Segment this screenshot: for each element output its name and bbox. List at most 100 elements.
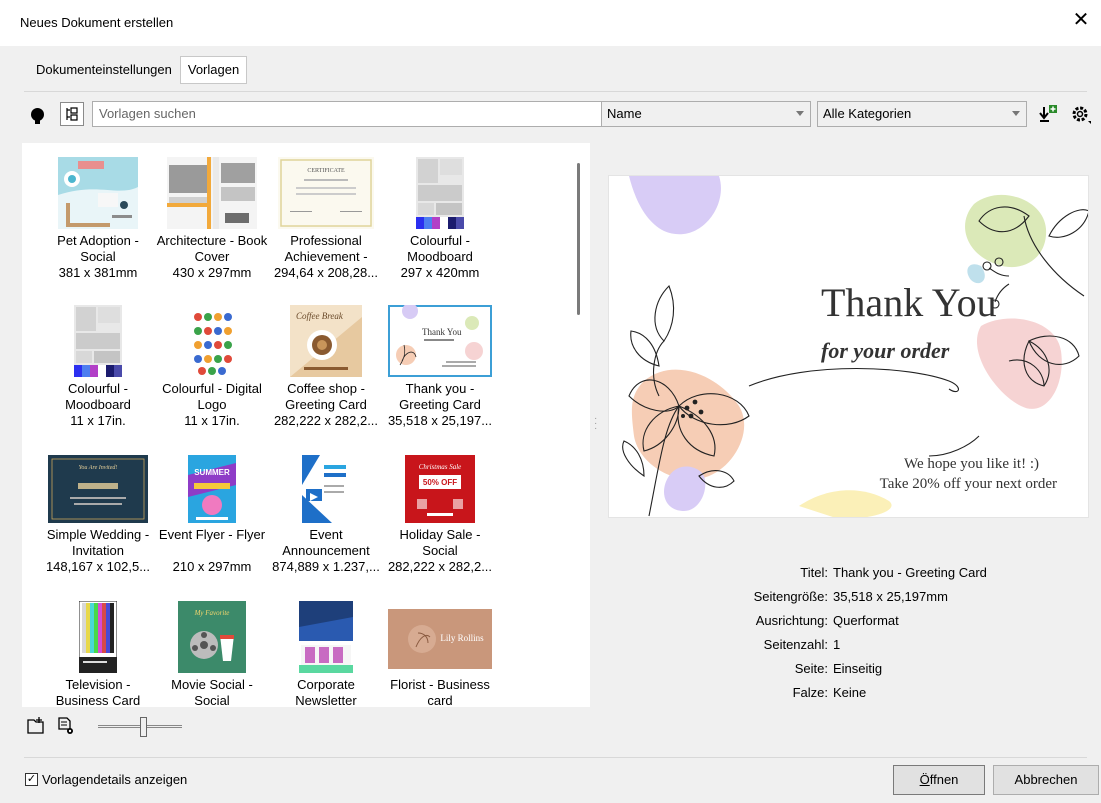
thumbnail-sale-text: Christmas Sale xyxy=(419,463,462,471)
open-button-label: ffnen xyxy=(929,772,959,787)
preview-line1: We hope you like it! :) xyxy=(904,456,1039,472)
divider xyxy=(24,757,1087,758)
template-thumbnail xyxy=(299,601,353,673)
preview-subheading: for your order xyxy=(821,338,950,363)
cancel-button[interactable]: Abbrechen xyxy=(993,765,1099,795)
tab-templates[interactable]: Vorlagen xyxy=(179,56,248,84)
preview-artwork: Thank You for your order We hope you lik… xyxy=(622,176,1088,517)
detail-value: 35,518 x 25,197mm xyxy=(833,589,948,604)
thumbnail-movie-text: My Favorite xyxy=(194,609,230,617)
template-size: 148,167 x 102,5... xyxy=(45,559,151,574)
detail-value: Keine xyxy=(833,685,867,700)
template-size: 11 x 17in. xyxy=(70,413,126,428)
divider xyxy=(24,91,1087,92)
detail-row-title: Titel: Thank you - Greeting Card xyxy=(600,565,1090,585)
sort-select-value: Name xyxy=(607,106,642,121)
template-name: Movie Social - Social xyxy=(171,677,253,707)
preview-heading: Thank You xyxy=(821,280,997,325)
gear-icon[interactable] xyxy=(1070,103,1092,125)
detail-row-page-count: Seitenzahl: 1 xyxy=(600,637,1090,657)
template-thumbnail: You Are Invited! xyxy=(48,455,148,523)
show-details-checkbox[interactable]: ✓ Vorlagendetails anzeigen xyxy=(25,772,187,787)
template-size: 874,889 x 1.237,... xyxy=(272,559,380,574)
template-name: Corporate Newsletter xyxy=(295,677,357,707)
title-bar: Neues Dokument erstellen ✕ xyxy=(0,0,1101,46)
detail-row-orientation: Ausrichtung: Querformat xyxy=(600,613,1090,633)
template-size: 381 x 381mm xyxy=(58,265,138,280)
template-thumbnail xyxy=(58,157,138,229)
zoom-slider-thumb[interactable] xyxy=(140,717,148,737)
template-name: Simple Wedding - Invitation xyxy=(46,527,150,558)
sort-select[interactable]: Name xyxy=(601,101,811,127)
checkbox-checkmark-icon[interactable]: ✓ xyxy=(25,773,38,786)
template-thumbnail: CERTIFICATE xyxy=(278,157,374,229)
detail-key: Seitengröße: xyxy=(753,589,828,604)
detail-key: Seitenzahl: xyxy=(763,637,828,652)
category-select[interactable]: Alle Kategorien xyxy=(817,101,1027,127)
template-thumbnail xyxy=(416,157,464,229)
thumbnail-coffee-text: Coffee Break xyxy=(296,311,344,321)
template-thumbnail: Lily Rollins xyxy=(388,609,492,669)
template-size: 430 x 297mm xyxy=(172,265,252,280)
template-gallery: Pet Adoption - Social 381 x 381mm Archit… xyxy=(22,143,590,707)
template-settings-icon[interactable] xyxy=(56,716,76,736)
open-button[interactable]: Öffnen xyxy=(893,765,985,795)
template-size: 11 x 17in. xyxy=(184,413,240,428)
detail-key: Ausrichtung: xyxy=(755,613,828,628)
tab-document-settings[interactable]: Dokumenteinstellungen xyxy=(28,56,180,84)
template-thumbnail: Christmas Sale 50% OFF xyxy=(405,455,475,523)
template-name: Pet Adoption - Social xyxy=(57,233,139,264)
chevron-down-icon xyxy=(1012,111,1020,116)
thumbnail-florist-text: Lily Rollins xyxy=(440,633,484,643)
tree-view-icon[interactable] xyxy=(60,102,84,126)
template-name: Colourful - Moodboard xyxy=(65,381,131,412)
template-thumbnail xyxy=(74,305,122,377)
template-thumbnail: My Favorite xyxy=(178,601,246,673)
template-thumbnail xyxy=(79,601,117,673)
template-size: 35,518 x 25,197... xyxy=(387,413,493,428)
detail-value: 1 xyxy=(833,637,841,652)
gallery-scrollbar[interactable] xyxy=(577,163,580,315)
detail-value: Querformat xyxy=(833,613,899,628)
category-select-value: Alle Kategorien xyxy=(823,106,912,121)
splitter-handle[interactable]: · · · xyxy=(594,414,597,434)
thumbnail-summer-text: SUMMER xyxy=(194,468,230,477)
detail-value: Thank you - Greeting Card xyxy=(833,565,987,580)
template-size: 297 x 420mm xyxy=(400,265,480,280)
template-thumbnail: Coffee Break xyxy=(290,305,362,377)
lightbulb-icon[interactable] xyxy=(26,103,48,125)
thumbnail-certificate-text: CERTIFICATE xyxy=(307,168,345,174)
tab-bar: Dokumenteinstellungen Vorlagen xyxy=(28,56,248,84)
detail-key: Falze: xyxy=(792,685,828,700)
close-icon[interactable]: ✕ xyxy=(1071,10,1091,30)
new-folder-icon[interactable] xyxy=(26,716,46,736)
template-thumbnail xyxy=(167,157,257,229)
detail-key: Titel: xyxy=(800,565,828,580)
open-button-mnemonic: Ö xyxy=(919,772,930,787)
thumbnail-thankyou-text: Thank You xyxy=(422,327,462,337)
template-size: 294,64 x 208,28... xyxy=(273,265,379,280)
template-thumbnail xyxy=(302,455,350,523)
detail-row-side: Seite: Einseitig xyxy=(600,661,1090,681)
detail-key: Seite: xyxy=(794,661,828,676)
template-name: Coffee shop - Greeting Card xyxy=(285,381,367,412)
template-name: Event Announcement xyxy=(282,527,370,558)
detail-row-folds: Falze: Keine xyxy=(600,685,1090,705)
detail-row-page-size: Seitengröße: 35,518 x 25,197mm xyxy=(600,589,1090,609)
template-name: Holiday Sale - Social xyxy=(399,527,481,558)
thumbnail-sale-off-text: 50% OFF xyxy=(423,478,457,487)
template-size: 210 x 297mm xyxy=(172,559,252,574)
chevron-down-icon xyxy=(796,111,804,116)
preview-line2: Take 20% off your next order xyxy=(880,476,1057,492)
template-size: 282,222 x 282,2... xyxy=(273,413,379,428)
search-input[interactable]: Vorlagen suchen xyxy=(92,101,620,127)
template-name: Colourful - Moodboard xyxy=(407,233,473,264)
download-add-icon[interactable] xyxy=(1038,103,1060,125)
show-details-label: Vorlagendetails anzeigen xyxy=(42,772,188,787)
template-name: Event Flyer - Flyer xyxy=(158,527,266,542)
template-name: Professional Achievement - xyxy=(284,233,368,264)
template-thumbnail: SUMMER xyxy=(188,455,236,523)
detail-value: Einseitig xyxy=(833,661,883,676)
template-name: Television - Business Card xyxy=(55,677,141,707)
template-name: Thank you - Greeting Card xyxy=(399,381,481,412)
